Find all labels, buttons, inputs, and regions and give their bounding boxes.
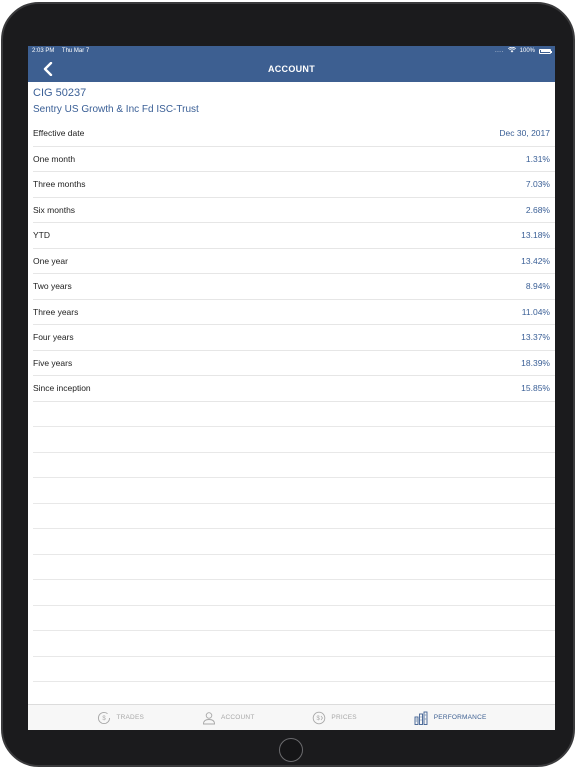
row-value: 18.39% bbox=[521, 357, 550, 368]
empty-row bbox=[33, 427, 555, 453]
empty-row bbox=[33, 631, 555, 657]
empty-row bbox=[33, 555, 555, 580]
person-icon bbox=[201, 710, 217, 726]
table-row: Three years 11.04% bbox=[33, 300, 555, 325]
row-label: One year bbox=[33, 255, 68, 266]
tab-performance[interactable]: PERFORMANCE bbox=[414, 710, 487, 726]
row-label: Six months bbox=[33, 204, 76, 215]
table-row: YTD 13.18% bbox=[33, 223, 555, 249]
table-row: Two years 8.94% bbox=[33, 274, 555, 300]
dollar-circle-icon: $ bbox=[96, 710, 112, 726]
row-value: 8.94% bbox=[525, 281, 550, 292]
signal-dots: .... bbox=[494, 48, 504, 54]
row-label: One month bbox=[33, 153, 76, 164]
performance-table: Effective date Dec 30, 2017 One month 1.… bbox=[28, 121, 555, 682]
tab-trades[interactable]: $ TRADES bbox=[96, 710, 144, 726]
empty-row bbox=[33, 402, 555, 427]
tab-label: TRADES bbox=[116, 714, 145, 721]
row-label: YTD bbox=[33, 230, 50, 241]
empty-row bbox=[33, 504, 555, 529]
row-label: Effective date bbox=[33, 128, 85, 139]
row-value: 15.85% bbox=[521, 383, 550, 394]
tab-bar: $ TRADES ACCOUNT $ PRICES PERFORMANCE bbox=[28, 704, 555, 730]
row-label: Since inception bbox=[33, 383, 91, 394]
tab-account[interactable]: ACCOUNT bbox=[201, 710, 255, 726]
table-row: Since inception 15.85% bbox=[33, 376, 555, 402]
tab-label: ACCOUNT bbox=[220, 714, 255, 721]
back-button[interactable] bbox=[38, 59, 58, 79]
table-row: Four years 13.37% bbox=[33, 325, 555, 351]
status-time: 2:03 PM bbox=[32, 48, 55, 54]
chevron-left-icon bbox=[43, 62, 53, 76]
wifi-icon bbox=[507, 46, 516, 55]
table-row: One year 13.42% bbox=[33, 249, 555, 274]
row-label: Four years bbox=[33, 332, 74, 343]
empty-row bbox=[33, 478, 555, 504]
fund-name: Sentry US Growth & Inc Fd ISC-Trust bbox=[33, 104, 199, 115]
table-row: One month 1.31% bbox=[33, 147, 555, 172]
table-row: Effective date Dec 30, 2017 bbox=[33, 121, 555, 147]
row-value: 13.42% bbox=[521, 255, 550, 266]
fund-header: CIG 50237 Sentry US Growth & Inc Fd ISC-… bbox=[28, 82, 555, 122]
table-row: Five years 18.39% bbox=[33, 351, 555, 376]
row-label: Three months bbox=[33, 179, 86, 190]
row-value: 13.18% bbox=[521, 230, 550, 241]
empty-row bbox=[33, 657, 555, 682]
row-value: 7.03% bbox=[525, 179, 550, 190]
battery-percent: 100% bbox=[519, 48, 535, 54]
navigation-bar: ACCOUNT bbox=[28, 56, 555, 82]
row-value: 11.04% bbox=[521, 306, 550, 317]
bar-chart-icon bbox=[414, 710, 430, 726]
status-left: 2:03 PM Thu Mar 7 bbox=[32, 48, 95, 54]
row-value: Dec 30, 2017 bbox=[499, 128, 550, 139]
svg-text:$: $ bbox=[317, 716, 321, 722]
device-frame: 2:03 PM Thu Mar 7 .... 100% ACCOUNT CIG … bbox=[1, 2, 575, 767]
home-button[interactable] bbox=[279, 738, 303, 762]
row-label: Three years bbox=[33, 306, 79, 317]
empty-row bbox=[33, 580, 555, 606]
battery-icon bbox=[539, 48, 552, 54]
page-title: ACCOUNT bbox=[267, 64, 316, 74]
empty-row bbox=[33, 453, 555, 478]
table-row: Three months 7.03% bbox=[33, 172, 555, 198]
tab-label: PERFORMANCE bbox=[433, 714, 487, 721]
table-row: Six months 2.68% bbox=[33, 198, 555, 223]
screen: 2:03 PM Thu Mar 7 .... 100% ACCOUNT CIG … bbox=[28, 46, 555, 730]
row-value: 1.31% bbox=[525, 153, 550, 164]
status-date: Thu Mar 7 bbox=[61, 48, 90, 54]
row-label: Five years bbox=[33, 357, 73, 368]
status-right: .... 100% bbox=[494, 46, 552, 55]
row-value: 2.68% bbox=[525, 204, 550, 215]
svg-text:$: $ bbox=[103, 716, 107, 722]
empty-row bbox=[33, 606, 555, 631]
status-bar: 2:03 PM Thu Mar 7 .... 100% bbox=[28, 46, 555, 56]
price-tag-icon: $ bbox=[311, 710, 327, 726]
tab-label: PRICES bbox=[331, 714, 357, 721]
tab-prices[interactable]: $ PRICES bbox=[311, 710, 357, 726]
empty-row bbox=[33, 529, 555, 555]
row-value: 13.37% bbox=[521, 332, 550, 343]
fund-code: CIG 50237 bbox=[33, 87, 87, 99]
row-label: Two years bbox=[33, 281, 72, 292]
